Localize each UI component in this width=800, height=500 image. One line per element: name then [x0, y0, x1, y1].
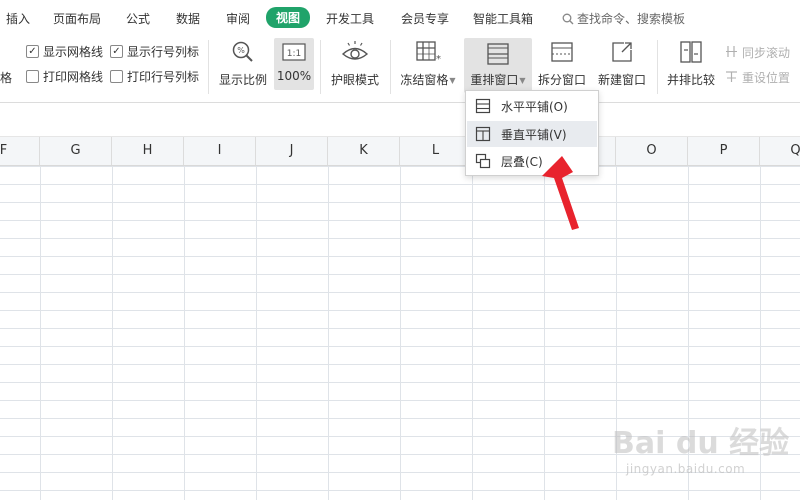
show-headings-label: 显示行号列标	[127, 45, 200, 59]
search-placeholder: 查找命令、搜索模板	[577, 12, 686, 26]
column-header[interactable]: L	[400, 137, 472, 165]
watermark-logo: Bai du 经验	[612, 426, 790, 461]
baidu-jingyan-watermark: Bai du 经验 jingyan.baidu.com	[612, 418, 792, 488]
rearrange-windows-icon	[486, 42, 510, 69]
column-header[interactable]: K	[328, 137, 400, 165]
ribbon-separator	[657, 40, 658, 94]
column-header[interactable]: J	[256, 137, 328, 165]
tab-view[interactable]: 视图	[266, 7, 311, 28]
tab-insert[interactable]: 插入	[6, 10, 30, 27]
checkbox-checked-icon: ✓	[110, 45, 123, 58]
menu-item-label: 垂直平铺(V)	[501, 127, 567, 142]
eye-care-button[interactable]: 护眼模式	[327, 34, 383, 96]
ribbon-separator	[320, 40, 321, 94]
tab-formulas[interactable]: 公式	[126, 10, 150, 27]
print-gridlines-checkbox[interactable]: 打印网格线	[26, 68, 103, 85]
tile-vertical-icon	[475, 126, 491, 142]
side-by-side-icon	[679, 40, 703, 67]
new-window-label: 新建窗口	[597, 73, 646, 87]
new-window-icon	[610, 40, 634, 67]
red-arrow-annotation	[542, 156, 579, 230]
zoom-100-label: 100%	[276, 69, 312, 83]
ribbon-separator	[208, 40, 209, 94]
menu-item-label: 层叠(C)	[501, 154, 543, 169]
rearrange-windows-button[interactable]: 重排窗口▼	[464, 38, 532, 93]
tile-horizontal-icon	[475, 98, 491, 114]
formula-bar-area	[0, 103, 800, 137]
column-header[interactable]: G	[40, 137, 112, 165]
ribbon-view: 格 ✓ 显示网格线 ✓ 显示行号列标 打印网格线 打印行号列标 % 显示比例 1:1…	[0, 34, 800, 103]
print-headings-label: 打印行号列标	[127, 70, 200, 84]
eye-icon	[341, 40, 369, 67]
menu-bar: 插入 页面布局 公式 数据 审阅 视图 开发工具 会员专享 智能工具箱 查找命令…	[0, 0, 800, 34]
show-gridlines-checkbox[interactable]: ✓ 显示网格线	[26, 43, 103, 60]
svg-text:*: *	[436, 54, 441, 64]
svg-text:1:1: 1:1	[287, 49, 301, 59]
column-header[interactable]: F	[0, 137, 40, 165]
one-to-one-icon: 1:1	[282, 43, 306, 64]
checkbox-empty-icon	[110, 70, 123, 83]
tab-developer[interactable]: 开发工具	[326, 10, 374, 27]
watermark-url: jingyan.baidu.com	[626, 462, 746, 476]
split-window-button[interactable]: 拆分窗口	[534, 34, 590, 96]
split-window-label: 拆分窗口	[537, 73, 586, 87]
command-search[interactable]: 查找命令、搜索模板	[562, 10, 685, 28]
print-headings-checkbox[interactable]: 打印行号列标	[110, 68, 199, 85]
cascade-icon	[475, 153, 491, 169]
menu-item-tile-vertical[interactable]: 垂直平铺(V)	[467, 121, 597, 147]
menu-item-tile-horizontal[interactable]: 水平平铺(O)	[467, 93, 597, 119]
sync-scroll-label: 同步滚动	[742, 46, 791, 60]
column-header[interactable]: H	[112, 137, 184, 165]
cut-off-label: 格	[0, 71, 13, 85]
svg-text:%: %	[237, 46, 245, 55]
print-gridlines-label: 打印网格线	[43, 70, 104, 84]
show-gridlines-label: 显示网格线	[43, 45, 104, 59]
column-header[interactable]: I	[184, 137, 256, 165]
zoom-percent-icon: %	[231, 40, 255, 67]
column-header[interactable]: O	[616, 137, 688, 165]
side-by-side-label: 并排比较	[666, 73, 715, 87]
split-window-icon	[550, 40, 574, 67]
eye-care-label: 护眼模式	[330, 73, 379, 87]
reset-position-button[interactable]: 重设位置	[725, 69, 790, 86]
search-icon	[562, 13, 574, 28]
new-window-button[interactable]: 新建窗口	[593, 34, 651, 96]
tab-review[interactable]: 审阅	[226, 10, 250, 27]
zoom-100-button[interactable]: 1:1 100%	[274, 38, 314, 90]
reset-position-label: 重设位置	[742, 71, 791, 85]
tab-smart-tools[interactable]: 智能工具箱	[473, 10, 533, 27]
tab-data[interactable]: 数据	[176, 10, 200, 27]
freeze-panes-button[interactable]: * 冻结窗格▼	[397, 34, 459, 96]
sync-scroll-icon	[725, 45, 738, 61]
show-headings-checkbox[interactable]: ✓ 显示行号列标	[110, 43, 199, 60]
tab-member[interactable]: 会员专享	[401, 10, 449, 27]
checkbox-checked-icon: ✓	[26, 45, 39, 58]
freeze-panes-icon: *	[415, 40, 441, 67]
zoom-button[interactable]: % 显示比例	[215, 34, 271, 96]
rearrange-windows-label: 重排窗口▼	[470, 73, 526, 87]
column-header[interactable]: P	[688, 137, 760, 165]
column-header-row: F G H I J K L M N O P Q	[0, 137, 800, 166]
sync-scroll-button[interactable]: 同步滚动	[725, 44, 790, 61]
column-header[interactable]: Q	[760, 137, 800, 165]
tab-page-layout[interactable]: 页面布局	[53, 10, 101, 27]
checkbox-empty-icon	[26, 70, 39, 83]
zoom-label: 显示比例	[218, 73, 267, 87]
reset-position-icon	[725, 70, 738, 86]
side-by-side-button[interactable]: 并排比较	[664, 34, 718, 96]
freeze-panes-label: 冻结窗格▼	[400, 73, 456, 87]
ribbon-separator	[390, 40, 391, 94]
menu-item-label: 水平平铺(O)	[501, 99, 568, 114]
